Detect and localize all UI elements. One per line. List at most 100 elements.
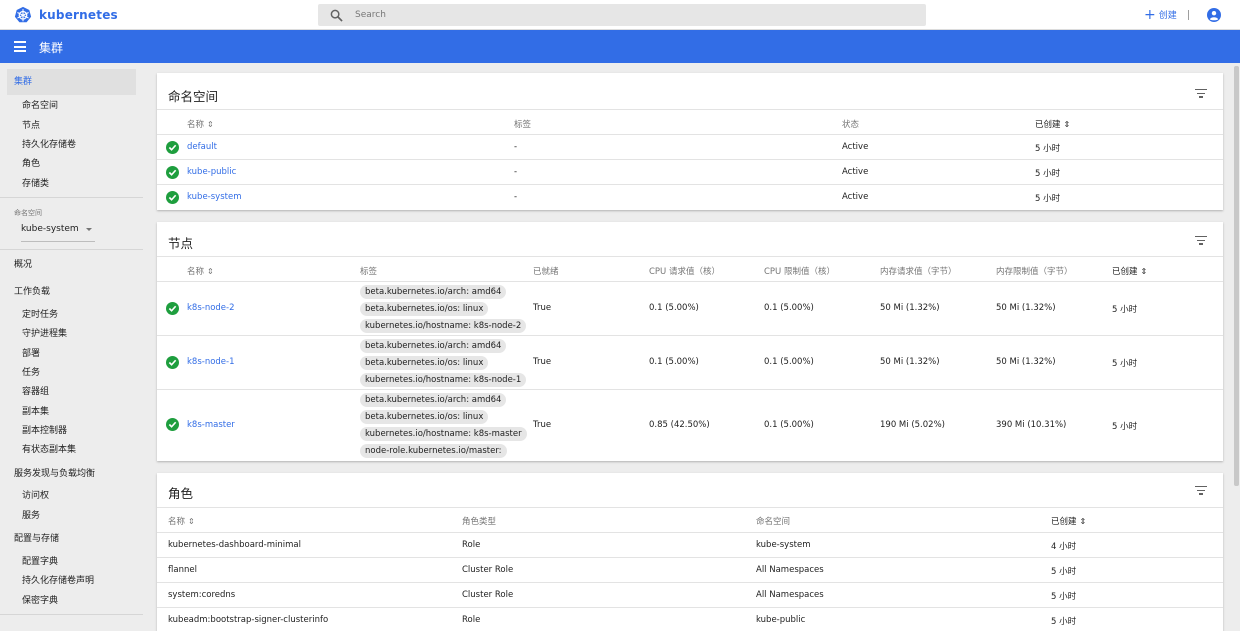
sidebar-item-secrets[interactable]: 保密字典 — [22, 593, 58, 606]
role-created: 5 小时 — [1051, 617, 1077, 627]
role-type: Cluster Role — [462, 565, 514, 575]
sidebar-item-pvcs[interactable]: 持久化存储卷声明 — [22, 573, 94, 586]
divider — [157, 389, 1223, 390]
sidebar-item-storage-classes[interactable]: 存储类 — [22, 176, 49, 189]
column-header-created[interactable]: 已创建 ⇕ — [1035, 118, 1070, 130]
filter-icon[interactable] — [1195, 89, 1207, 98]
node-link[interactable]: k8s-master — [187, 420, 235, 430]
node-cpu-limits: 0.1 (5.00%) — [764, 357, 814, 367]
sidebar-item-namespaces[interactable]: 命名空间 — [22, 98, 58, 111]
divider — [157, 532, 1223, 533]
role-name[interactable]: kubernetes-dashboard-minimal — [168, 540, 301, 550]
sidebar-item-jobs[interactable]: 任务 — [22, 365, 40, 378]
role-name[interactable]: kubeadm:bootstrap-signer-clusterinfo — [168, 615, 328, 625]
sort-icon: ⇕ — [207, 120, 214, 129]
sidebar-item-daemonsets[interactable]: 守护进程集 — [22, 326, 67, 339]
namespace-link[interactable]: kube-public — [187, 167, 236, 177]
sidebar-item-replicasets[interactable]: 副本集 — [22, 404, 49, 417]
namespace-select[interactable]: kube-system — [21, 224, 95, 242]
divider — [157, 507, 1223, 508]
sidebar-item-discovery[interactable]: 服务发现与负载均衡 — [14, 466, 95, 479]
sidebar-item-config-storage[interactable]: 配置与存储 — [14, 531, 59, 544]
divider — [157, 159, 1223, 160]
check-circle-icon — [166, 356, 179, 369]
namespace-status: Active — [842, 192, 869, 202]
menu-icon[interactable] — [14, 41, 26, 52]
kubernetes-logo[interactable]: kubernetes — [14, 6, 118, 24]
column-header-created[interactable]: 已创建 ⇕ — [1112, 265, 1147, 277]
label-chip: kubernetes.io/hostname: k8s-master — [360, 427, 527, 441]
column-header-status: 状态 — [842, 120, 860, 130]
node-ready: True — [533, 357, 552, 367]
column-header-created[interactable]: 已创建 ⇕ — [1051, 515, 1086, 527]
filter-icon[interactable] — [1195, 486, 1207, 495]
role-type: Role — [462, 540, 481, 550]
node-link[interactable]: k8s-node-2 — [187, 303, 235, 313]
node-ready: True — [533, 303, 552, 313]
header-label: 名称 — [187, 120, 205, 130]
label-chip: beta.kubernetes.io/os: linux — [360, 356, 489, 370]
node-memory-limits: 50 Mi (1.32%) — [996, 357, 1056, 367]
divider — [157, 607, 1223, 608]
sidebar-item-cluster[interactable]: 集群 — [7, 69, 136, 95]
divider — [157, 335, 1223, 336]
sidebar-item-persistent-volumes[interactable]: 持久化存储卷 — [22, 137, 76, 150]
column-header-namespace: 命名空间 — [756, 517, 791, 527]
column-header-labels: 标签 — [514, 120, 532, 130]
namespace-link[interactable]: default — [187, 142, 217, 152]
node-cpu-requests: 0.1 (5.00%) — [649, 357, 699, 367]
card-title: 节点 — [168, 236, 194, 251]
sidebar-item-configmaps[interactable]: 配置字典 — [22, 554, 58, 567]
dropdown-arrow-icon — [86, 228, 92, 231]
node-memory-limits: 390 Mi (10.31%) — [996, 420, 1067, 430]
role-name[interactable]: system:coredns — [168, 590, 235, 600]
check-circle-icon — [166, 141, 179, 154]
column-header-name[interactable]: 名称 ⇕ — [168, 515, 195, 527]
role-name[interactable]: flannel — [168, 565, 197, 575]
sidebar-item-ingresses[interactable]: 访问权 — [22, 488, 49, 501]
role-created: 4 小时 — [1051, 542, 1077, 552]
role-namespace: All Namespaces — [756, 565, 824, 575]
header-label: 名称 — [168, 517, 186, 527]
sort-icon: ⇕ — [1063, 120, 1071, 129]
divider — [157, 134, 1223, 135]
node-cpu-limits: 0.1 (5.00%) — [764, 420, 814, 430]
node-cpu-requests: 0.85 (42.50%) — [649, 420, 710, 430]
sidebar-item-cronjobs[interactable]: 定时任务 — [22, 307, 58, 320]
sidebar-item-services[interactable]: 服务 — [22, 508, 40, 521]
node-created: 5 小时 — [1112, 422, 1138, 432]
sidebar-item-roles[interactable]: 角色 — [22, 156, 40, 169]
sidebar-item-replication-controllers[interactable]: 副本控制器 — [22, 423, 67, 436]
divider — [157, 557, 1223, 558]
node-link[interactable]: k8s-node-1 — [187, 357, 235, 367]
label-chip: beta.kubernetes.io/arch: amd64 — [360, 285, 507, 299]
filter-icon[interactable] — [1195, 236, 1207, 245]
divider — [157, 281, 1223, 282]
role-created: 5 小时 — [1051, 567, 1077, 577]
sidebar-item-pods[interactable]: 容器组 — [22, 384, 49, 397]
namespace-link[interactable]: kube-system — [187, 192, 241, 202]
column-header-name[interactable]: 名称 ⇕ — [187, 265, 214, 277]
toolbar-divider — [1188, 10, 1189, 20]
header-label: 已创建 — [1035, 120, 1061, 130]
check-circle-icon — [166, 191, 179, 204]
sidebar-item-workloads[interactable]: 工作负载 — [14, 284, 50, 297]
create-button[interactable]: + 创建 — [1144, 8, 1177, 22]
account-circle-icon[interactable] — [1207, 8, 1221, 22]
sort-icon: ⇕ — [207, 267, 214, 276]
sidebar-item-deployments[interactable]: 部署 — [22, 346, 40, 359]
divider — [157, 582, 1223, 583]
sidebar-item-statefulsets[interactable]: 有状态副本集 — [22, 442, 76, 455]
search-box[interactable] — [318, 4, 926, 26]
sidebar-item-overview[interactable]: 概况 — [14, 257, 32, 270]
search-input[interactable] — [355, 10, 895, 20]
sidebar-item-nodes[interactable]: 节点 — [22, 118, 40, 131]
search-icon — [330, 9, 343, 22]
namespace-created: 5 小时 — [1035, 144, 1061, 154]
column-header-name[interactable]: 名称 ⇕ — [187, 118, 214, 130]
label-chip: beta.kubernetes.io/arch: amd64 — [360, 393, 507, 407]
namespace-labels: - — [514, 192, 518, 202]
namespace-created: 5 小时 — [1035, 194, 1061, 204]
scrollbar[interactable] — [1234, 66, 1239, 486]
label-chip: node-role.kubernetes.io/master: — [360, 444, 507, 458]
